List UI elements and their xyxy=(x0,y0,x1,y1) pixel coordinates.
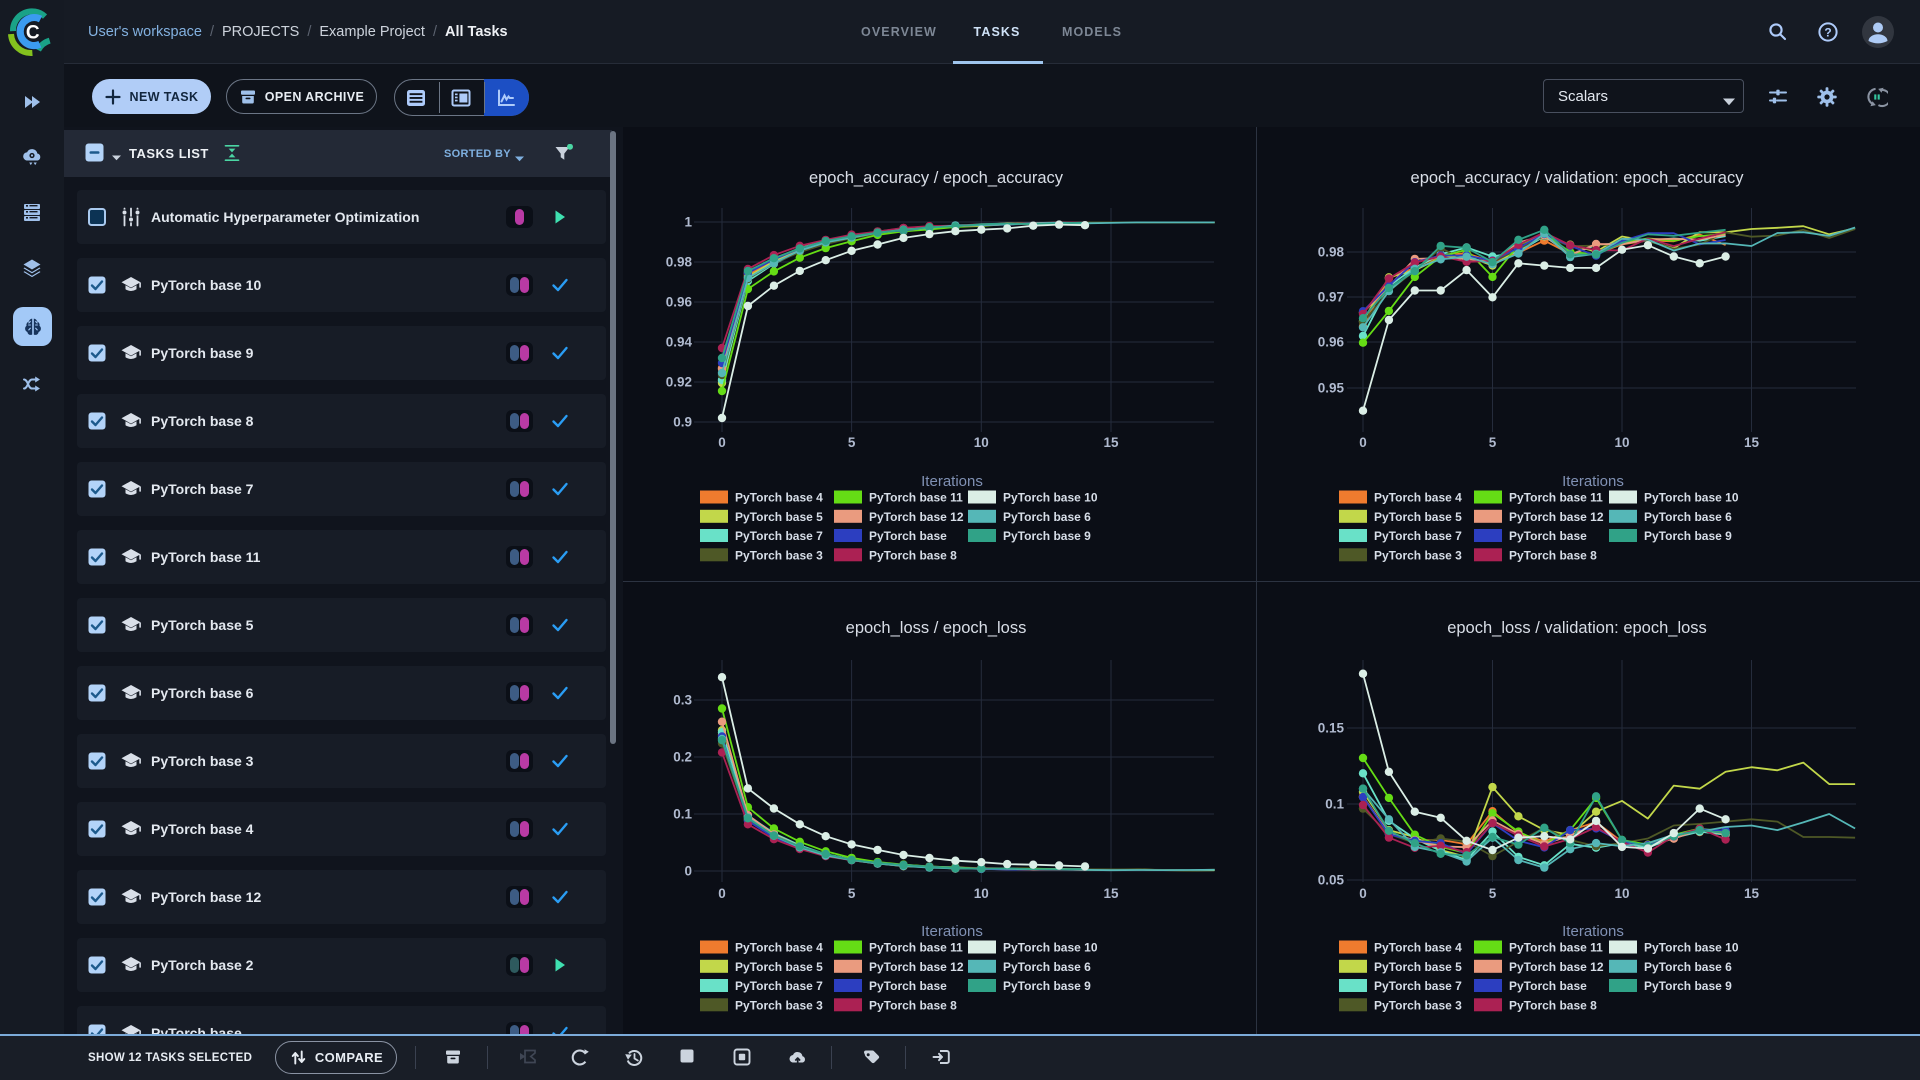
svg-text:PyTorch base: PyTorch base xyxy=(869,979,947,993)
svg-text:0.95: 0.95 xyxy=(1318,381,1345,396)
svg-text:0.96: 0.96 xyxy=(1318,335,1345,350)
svg-text:PyTorch base 8: PyTorch base 8 xyxy=(869,548,957,562)
svg-text:PyTorch base 8: PyTorch base 8 xyxy=(1509,548,1597,562)
svg-text:PyTorch base 5: PyTorch base 5 xyxy=(735,510,823,524)
svg-text:0.15: 0.15 xyxy=(1318,721,1345,736)
svg-text:PyTorch base 7: PyTorch base 7 xyxy=(735,529,823,543)
svg-text:5: 5 xyxy=(1489,886,1497,901)
svg-text:PyTorch base 7: PyTorch base 7 xyxy=(1374,529,1462,543)
svg-text:PyTorch base 10: PyTorch base 10 xyxy=(1003,941,1098,955)
svg-text:Iterations: Iterations xyxy=(921,923,983,940)
svg-text:10: 10 xyxy=(974,435,989,450)
svg-text:PyTorch base 3: PyTorch base 3 xyxy=(1374,998,1462,1012)
svg-text:15: 15 xyxy=(1744,435,1760,450)
svg-text:PyTorch base 9: PyTorch base 9 xyxy=(1003,529,1091,543)
svg-text:PyTorch base 10: PyTorch base 10 xyxy=(1003,491,1098,505)
svg-text:0.97: 0.97 xyxy=(1318,290,1344,305)
svg-text:PyTorch base 9: PyTorch base 9 xyxy=(1644,529,1732,543)
svg-text:PyTorch base 11: PyTorch base 11 xyxy=(869,941,963,955)
svg-text:PyTorch base 5: PyTorch base 5 xyxy=(735,960,823,974)
svg-text:PyTorch base 12: PyTorch base 12 xyxy=(869,510,964,524)
svg-text:Iterations: Iterations xyxy=(1562,473,1624,490)
svg-text:0.05: 0.05 xyxy=(1318,873,1345,888)
svg-text:0.1: 0.1 xyxy=(1325,797,1344,812)
svg-text:10: 10 xyxy=(1614,435,1629,450)
svg-text:PyTorch base 8: PyTorch base 8 xyxy=(869,998,957,1012)
svg-text:15: 15 xyxy=(1103,435,1119,450)
svg-text:PyTorch base 8: PyTorch base 8 xyxy=(1509,998,1597,1012)
svg-text:PyTorch base 4: PyTorch base 4 xyxy=(1374,941,1462,955)
svg-text:epoch_accuracy / validation: e: epoch_accuracy / validation: epoch_accur… xyxy=(1411,169,1745,187)
svg-text:5: 5 xyxy=(1489,435,1497,450)
svg-text:PyTorch base 6: PyTorch base 6 xyxy=(1644,960,1732,974)
svg-text:15: 15 xyxy=(1103,886,1119,901)
svg-text:0: 0 xyxy=(1359,435,1367,450)
svg-text:PyTorch base 11: PyTorch base 11 xyxy=(869,491,963,505)
svg-text:PyTorch base: PyTorch base xyxy=(1509,529,1587,543)
svg-text:PyTorch base 7: PyTorch base 7 xyxy=(735,979,823,993)
svg-text:PyTorch base 6: PyTorch base 6 xyxy=(1644,510,1732,524)
svg-text:PyTorch base 5: PyTorch base 5 xyxy=(1374,510,1462,524)
svg-text:PyTorch base 4: PyTorch base 4 xyxy=(735,491,823,505)
svg-text:epoch_loss / epoch_loss: epoch_loss / epoch_loss xyxy=(846,619,1027,637)
svg-text:PyTorch base: PyTorch base xyxy=(869,529,947,543)
svg-text:PyTorch base 12: PyTorch base 12 xyxy=(869,960,964,974)
svg-text:15: 15 xyxy=(1744,886,1760,901)
svg-text:PyTorch base 12: PyTorch base 12 xyxy=(1509,510,1604,524)
svg-text:Iterations: Iterations xyxy=(921,473,983,490)
svg-text:0.98: 0.98 xyxy=(1318,245,1345,260)
svg-text:0.94: 0.94 xyxy=(666,335,693,350)
svg-text:PyTorch base 9: PyTorch base 9 xyxy=(1644,979,1732,993)
svg-text:PyTorch base 6: PyTorch base 6 xyxy=(1003,960,1091,974)
svg-text:PyTorch base 10: PyTorch base 10 xyxy=(1644,491,1739,505)
svg-text:0: 0 xyxy=(684,864,692,879)
svg-text:1: 1 xyxy=(684,215,692,230)
svg-text:epoch_loss / validation: epoch: epoch_loss / validation: epoch_loss xyxy=(1447,619,1707,637)
svg-text:0.96: 0.96 xyxy=(666,295,693,310)
svg-text:10: 10 xyxy=(974,886,989,901)
svg-text:PyTorch base: PyTorch base xyxy=(1509,979,1587,993)
svg-text:PyTorch base 3: PyTorch base 3 xyxy=(735,548,823,562)
svg-text:0.2: 0.2 xyxy=(673,750,692,765)
svg-text:0.3: 0.3 xyxy=(673,693,692,708)
svg-text:PyTorch base 5: PyTorch base 5 xyxy=(1374,960,1462,974)
svg-text:PyTorch base 10: PyTorch base 10 xyxy=(1644,941,1739,955)
svg-text:0: 0 xyxy=(1359,886,1367,901)
svg-text:10: 10 xyxy=(1614,886,1629,901)
svg-text:5: 5 xyxy=(848,435,856,450)
svg-text:0: 0 xyxy=(718,435,726,450)
svg-text:PyTorch base 12: PyTorch base 12 xyxy=(1509,960,1604,974)
svg-text:0.9: 0.9 xyxy=(673,415,692,430)
svg-text:PyTorch base 4: PyTorch base 4 xyxy=(735,941,823,955)
svg-text:PyTorch base 6: PyTorch base 6 xyxy=(1003,510,1091,524)
svg-text:PyTorch base 7: PyTorch base 7 xyxy=(1374,979,1462,993)
svg-text:0.98: 0.98 xyxy=(666,255,693,270)
svg-text:PyTorch base 11: PyTorch base 11 xyxy=(1509,491,1603,505)
svg-text:0: 0 xyxy=(718,886,726,901)
svg-text:epoch_accuracy / epoch_accurac: epoch_accuracy / epoch_accuracy xyxy=(809,169,1064,187)
svg-text:5: 5 xyxy=(848,886,856,901)
svg-text:Iterations: Iterations xyxy=(1562,923,1624,940)
svg-text:0.1: 0.1 xyxy=(673,807,692,822)
svg-text:PyTorch base 4: PyTorch base 4 xyxy=(1374,491,1462,505)
svg-text:PyTorch base 3: PyTorch base 3 xyxy=(1374,548,1462,562)
svg-text:PyTorch base 9: PyTorch base 9 xyxy=(1003,979,1091,993)
svg-text:PyTorch base 11: PyTorch base 11 xyxy=(1509,941,1603,955)
svg-text:0.92: 0.92 xyxy=(666,375,692,390)
svg-text:PyTorch base 3: PyTorch base 3 xyxy=(735,998,823,1012)
